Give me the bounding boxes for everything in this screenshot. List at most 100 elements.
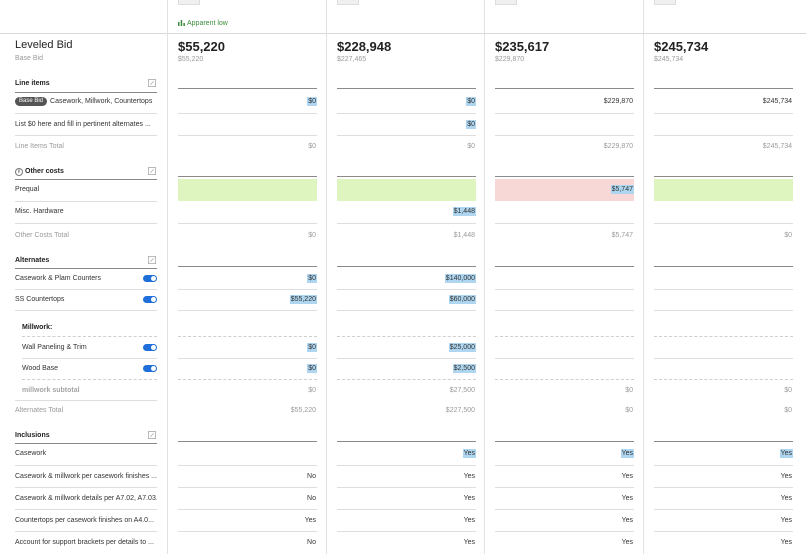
bid-cell-other-costs-total[interactable]: $1,448 <box>337 225 476 246</box>
bid-cell-inc-finishes[interactable]: Yes <box>337 466 476 487</box>
bid-cell-line-items-total[interactable]: $0 <box>337 136 476 157</box>
bid-cell-ss-countertops[interactable]: $60,000 <box>337 289 476 310</box>
bid-cell-line-items-total[interactable]: $0 <box>178 136 317 157</box>
bid-cell-prequal[interactable] <box>337 179 476 201</box>
row-divider <box>654 310 793 311</box>
bid-cell-prequal[interactable]: $5,747 <box>495 179 634 201</box>
bid-cell-wall-paneling[interactable] <box>495 337 634 358</box>
bid-cell-inc-details[interactable]: Yes <box>654 488 793 509</box>
bid-cell-value: Yes <box>780 473 792 480</box>
bid-cell-millwork-subtotal[interactable]: $27,500 <box>337 380 476 401</box>
edit-pencil-icon[interactable] <box>148 431 156 439</box>
bid-cell-inc-finishes[interactable]: Yes <box>495 466 634 487</box>
bid-cell-value: $55,220 <box>290 407 316 414</box>
bid-cell-inc-finishes[interactable]: Yes <box>654 466 793 487</box>
bid-cell-inc-support[interactable]: No <box>178 532 317 553</box>
bid-cell-casework[interactable]: $0 <box>178 91 317 112</box>
bid-cell-value: Yes <box>621 517 633 524</box>
bid-cell-inc-countertops[interactable]: Yes <box>495 510 634 531</box>
bid-cell-inc-casework[interactable]: Yes <box>337 443 476 464</box>
bid-cell-casework[interactable]: $229,870 <box>495 91 634 112</box>
edit-pencil-icon[interactable] <box>148 167 156 175</box>
bid-cell-inc-support[interactable]: Yes <box>654 532 793 553</box>
alternate-toggle[interactable] <box>143 344 157 351</box>
millwork-group-label: Millwork: <box>22 324 53 331</box>
edit-pencil-icon[interactable] <box>148 79 156 87</box>
bid-cell-ss-countertops[interactable] <box>495 289 634 310</box>
bid-cell-casework-plam[interactable] <box>654 268 793 289</box>
bid-cell-other-costs-total[interactable]: $0 <box>654 225 793 246</box>
bid-cell-list[interactable] <box>654 114 793 135</box>
bid-cell-ss-countertops[interactable] <box>654 289 793 310</box>
row-divider <box>178 223 317 224</box>
bid-cell-alternates-total[interactable]: $0 <box>654 400 793 421</box>
bid-cell-value: $0 <box>466 120 476 129</box>
bid-cell-casework-plam[interactable]: $140,000 <box>337 268 476 289</box>
base-bid-amount: $245,734 <box>654 56 684 63</box>
bid-cell-wood-base[interactable]: $2,500 <box>337 358 476 379</box>
bid-cell-millwork-subtotal[interactable]: $0 <box>654 380 793 401</box>
bid-cell-value <box>632 295 634 304</box>
bid-cell-inc-support[interactable]: Yes <box>495 532 634 553</box>
info-icon[interactable]: i <box>15 168 23 176</box>
section-divider <box>654 441 793 442</box>
bid-cell-wood-base[interactable] <box>654 358 793 379</box>
bid-cell-value: Yes <box>304 517 316 524</box>
bid-cell-casework[interactable]: $245,734 <box>654 91 793 112</box>
bid-cell-casework[interactable]: $0 <box>337 91 476 112</box>
leveled-bid-total: $245,734 <box>654 39 709 54</box>
bid-cell-millwork-subtotal[interactable]: $0 <box>178 380 317 401</box>
bid-cell-line-items-total[interactable]: $245,734 <box>654 136 793 157</box>
bid-cell-millwork-subtotal[interactable]: $0 <box>495 380 634 401</box>
bid-cell-prequal[interactable] <box>654 179 793 201</box>
bid-cell-list[interactable] <box>178 114 317 135</box>
bid-cell-wood-base[interactable]: $0 <box>178 358 317 379</box>
bid-cell-inc-details[interactable]: Yes <box>495 488 634 509</box>
bid-cell-value: Yes <box>463 517 475 524</box>
alternate-label: Wood Base <box>22 365 59 372</box>
bid-cell-value: Yes <box>462 449 476 458</box>
bid-cell-misc-hardware[interactable] <box>178 201 317 222</box>
bid-cell-inc-casework[interactable] <box>178 443 317 464</box>
bid-cell-inc-countertops[interactable]: Yes <box>178 510 317 531</box>
bid-cell-ss-countertops[interactable]: $55,220 <box>178 289 317 310</box>
bid-cell-inc-countertops[interactable]: Yes <box>337 510 476 531</box>
alternate-toggle[interactable] <box>143 296 157 303</box>
line-item-list-row: List $0 here and fill in pertinent alter… <box>15 121 151 128</box>
bid-cell-wall-paneling[interactable]: $25,000 <box>337 337 476 358</box>
apparent-low-indicator: Apparent low <box>178 19 228 27</box>
bid-cell-value: $2,500 <box>452 364 476 373</box>
bid-cell-inc-countertops[interactable]: Yes <box>654 510 793 531</box>
bid-cell-value: Yes <box>620 449 634 458</box>
section-divider <box>178 266 317 267</box>
bid-cell-inc-details[interactable]: No <box>178 488 317 509</box>
bid-cell-inc-casework[interactable]: Yes <box>654 443 793 464</box>
alternate-toggle[interactable] <box>143 275 157 282</box>
bid-cell-value: $140,000 <box>444 274 476 283</box>
bid-cell-casework-plam[interactable]: $0 <box>178 268 317 289</box>
bid-cell-value: Yes <box>463 539 475 546</box>
bid-cell-line-items-total[interactable]: $229,870 <box>495 136 634 157</box>
alternate-toggle[interactable] <box>143 365 157 372</box>
bid-cell-wood-base[interactable] <box>495 358 634 379</box>
bid-cell-inc-details[interactable]: Yes <box>337 488 476 509</box>
bid-cell-alternates-total[interactable]: $55,220 <box>178 400 317 421</box>
bid-cell-alternates-total[interactable]: $0 <box>495 400 634 421</box>
bid-cell-other-costs-total[interactable]: $5,747 <box>495 225 634 246</box>
bid-cell-value: $0 <box>308 387 316 394</box>
bid-cell-casework-plam[interactable] <box>495 268 634 289</box>
bid-cell-misc-hardware[interactable] <box>495 201 634 222</box>
bid-cell-wall-paneling[interactable] <box>654 337 793 358</box>
bid-cell-misc-hardware[interactable]: $1,448 <box>337 201 476 222</box>
bid-cell-list[interactable] <box>495 114 634 135</box>
bid-cell-other-costs-total[interactable]: $0 <box>178 225 317 246</box>
bid-cell-wall-paneling[interactable]: $0 <box>178 337 317 358</box>
edit-pencil-icon[interactable] <box>148 256 156 264</box>
bid-cell-list[interactable]: $0 <box>337 114 476 135</box>
bid-cell-inc-support[interactable]: Yes <box>337 532 476 553</box>
bid-cell-prequal[interactable] <box>178 179 317 201</box>
bid-cell-misc-hardware[interactable] <box>654 201 793 222</box>
bid-cell-inc-finishes[interactable]: No <box>178 466 317 487</box>
bid-cell-inc-casework[interactable]: Yes <box>495 443 634 464</box>
bid-cell-alternates-total[interactable]: $227,500 <box>337 400 476 421</box>
